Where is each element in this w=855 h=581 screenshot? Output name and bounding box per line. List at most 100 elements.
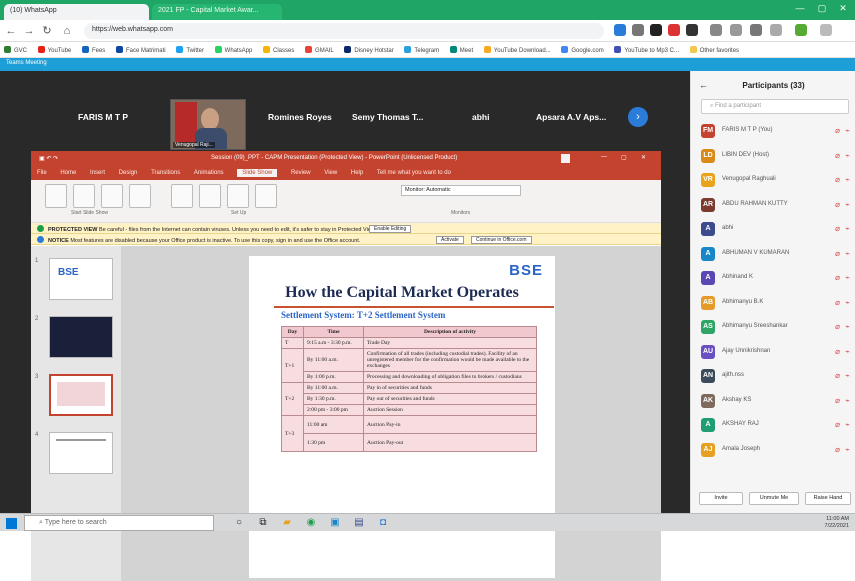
unmute-me-button[interactable]: Unmute Me (749, 492, 799, 505)
minimize-icon[interactable]: — (601, 154, 607, 160)
mic-off-icon[interactable]: ⌁ (845, 224, 850, 233)
mic-off-icon[interactable]: ⌁ (845, 175, 850, 184)
close-icon[interactable]: ✕ (641, 154, 646, 161)
back-icon[interactable]: ← (4, 24, 18, 38)
bookmark-item[interactable]: Other favorites (689, 46, 739, 54)
camera-off-icon[interactable]: ⌀ (835, 151, 840, 160)
camera-off-icon[interactable]: ⌀ (835, 298, 840, 307)
monitor-select[interactable]: Monitor: Automatic (401, 185, 521, 196)
camera-off-icon[interactable]: ⌀ (835, 175, 840, 184)
collections-icon[interactable] (730, 24, 742, 36)
next-participants-button[interactable]: › (628, 107, 648, 127)
participant-row[interactable]: FM FARIS M T P (You) ⌀ ⌁ (691, 121, 855, 141)
continue-office-button[interactable]: Continue in Office.com (471, 236, 532, 244)
bookmark-item[interactable]: YouTube (37, 46, 71, 54)
taskbar-search-input[interactable]: ⌕ Type here to search (24, 515, 214, 531)
quick-access-icon[interactable]: ▣ ↶ ↷ (39, 155, 58, 162)
file-explorer-icon[interactable]: ▰ (280, 517, 294, 529)
user-avatar[interactable] (561, 154, 570, 163)
minimize-icon[interactable]: — (790, 3, 810, 17)
participant-row[interactable]: AS Abhimanyu Sreeshankar ⌀ ⌁ (691, 317, 855, 337)
tab-review[interactable]: Review (291, 170, 311, 176)
participant-row[interactable]: A AKSHAY RAJ ⌀ ⌁ (691, 415, 855, 435)
tab-whatsapp[interactable]: (10) WhatsApp (4, 4, 149, 20)
mic-off-icon[interactable]: ⌁ (845, 126, 850, 135)
camera-off-icon[interactable]: ⌀ (835, 371, 840, 380)
invite-button[interactable]: Invite (699, 492, 743, 505)
present-online-button[interactable] (101, 184, 123, 208)
mic-off-icon[interactable]: ⌁ (845, 322, 850, 331)
tab-animations[interactable]: Animations (194, 170, 224, 176)
bookmark-item[interactable]: YouTube Download... (483, 46, 551, 54)
mic-off-icon[interactable]: ⌁ (845, 151, 850, 160)
participant-row[interactable]: AR ABDU RAHMAN KUTTY ⌀ ⌁ (691, 195, 855, 215)
forward-icon[interactable]: → (22, 24, 36, 38)
participant-row[interactable]: AJ Amala Joseph ⌀ ⌁ (691, 440, 855, 460)
camera-off-icon[interactable]: ⌀ (835, 249, 840, 258)
bookmark-item[interactable]: Meet (449, 46, 473, 54)
close-icon[interactable]: ✕ (833, 3, 853, 17)
windows-start-icon[interactable] (6, 518, 17, 529)
star-icon[interactable] (614, 24, 626, 36)
mic-off-icon[interactable]: ⌁ (845, 273, 850, 282)
hide-slide-button[interactable] (199, 184, 221, 208)
camera-off-icon[interactable]: ⌀ (835, 347, 840, 356)
menu-icon[interactable] (820, 24, 832, 36)
participant-row[interactable]: AN ajith.nss ⌀ ⌁ (691, 366, 855, 386)
setup-slideshow-button[interactable] (171, 184, 193, 208)
profile-avatar[interactable] (795, 24, 807, 36)
activate-button[interactable]: Activate (436, 236, 464, 244)
participant-row[interactable]: LD LIBIN DEV (Host) ⌀ ⌁ (691, 146, 855, 166)
share-icon[interactable] (750, 24, 762, 36)
bookmark-item[interactable]: Classes (263, 46, 294, 54)
mic-off-icon[interactable]: ⌁ (845, 420, 850, 429)
participant-row[interactable]: A Abhinand K ⌀ ⌁ (691, 268, 855, 288)
bookmark-item[interactable]: Telegram (404, 46, 439, 54)
mic-off-icon[interactable]: ⌁ (845, 298, 850, 307)
slide-thumbnail[interactable] (49, 316, 113, 358)
participant-row[interactable]: VR Venugopal Raghuali ⌀ ⌁ (691, 170, 855, 190)
custom-show-button[interactable] (129, 184, 151, 208)
home-icon[interactable]: ⌂ (60, 24, 74, 38)
slide-thumbnail-selected[interactable] (49, 374, 113, 416)
extension-icon[interactable] (632, 24, 644, 36)
camera-off-icon[interactable]: ⌀ (835, 420, 840, 429)
camera-off-icon[interactable]: ⌀ (835, 273, 840, 282)
bookmark-item[interactable]: Disney Hotstar (344, 46, 394, 54)
task-view-icon[interactable]: ⧉ (256, 517, 270, 529)
participant-row[interactable]: AU Ajay Unnikrishnan ⌀ ⌁ (691, 342, 855, 362)
participant-row[interactable]: A ABHUMAN V KUMARAN ⌀ ⌁ (691, 244, 855, 264)
mic-off-icon[interactable]: ⌁ (845, 249, 850, 258)
tell-me-search[interactable]: Tell me what you want to do (377, 170, 451, 176)
participant-search-input[interactable]: ⌕ Find a participant (701, 99, 849, 114)
mic-off-icon[interactable]: ⌁ (845, 200, 850, 209)
cortana-icon[interactable]: ○ (232, 517, 246, 529)
participant-row[interactable]: AK Akshay KS ⌀ ⌁ (691, 391, 855, 411)
refresh-icon[interactable]: ↻ (40, 24, 54, 38)
extension-icon[interactable] (686, 24, 698, 36)
mic-off-icon[interactable]: ⌁ (845, 371, 850, 380)
camera-off-icon[interactable]: ⌀ (835, 322, 840, 331)
record-slideshow-button[interactable] (255, 184, 277, 208)
enable-editing-button[interactable]: Enable Editing (369, 225, 412, 233)
bookmark-item[interactable]: Google.com (561, 46, 604, 54)
favorites-icon[interactable] (710, 24, 722, 36)
mic-off-icon[interactable]: ⌁ (845, 347, 850, 356)
tab-slide-show[interactable]: Slide Show (237, 169, 278, 177)
bookmark-item[interactable]: YouTube to Mp3 C... (614, 46, 679, 54)
bookmark-item[interactable]: Fees (81, 46, 105, 54)
rehearse-timings-button[interactable] (227, 184, 249, 208)
participant-row[interactable]: AB Abhimanyu B.K ⌀ ⌁ (691, 293, 855, 313)
from-current-slide-button[interactable] (73, 184, 95, 208)
camera-off-icon[interactable]: ⌀ (835, 445, 840, 454)
tab-transitions[interactable]: Transitions (151, 170, 180, 176)
app-icon[interactable]: ◘ (376, 517, 390, 529)
slide-thumbnail[interactable]: BSE (49, 258, 113, 300)
participant-row[interactable]: Aabhi ⌀ ⌁ (691, 219, 855, 239)
camera-off-icon[interactable]: ⌀ (835, 224, 840, 233)
tab-insert[interactable]: Insert (90, 170, 105, 176)
tab-design[interactable]: Design (119, 170, 138, 176)
extension-icon[interactable] (650, 24, 662, 36)
camera-off-icon[interactable]: ⌀ (835, 200, 840, 209)
tab-help[interactable]: Help (351, 170, 363, 176)
